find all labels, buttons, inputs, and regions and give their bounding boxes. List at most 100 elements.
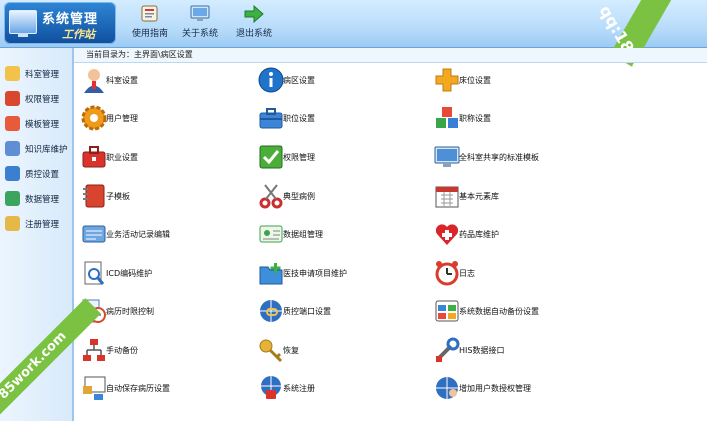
settings-item-label: 质控端口设置	[283, 307, 331, 316]
settings-item[interactable]: 科室设置	[74, 63, 244, 97]
book-icon	[5, 141, 20, 156]
sidebar-item-label: 模板管理	[25, 120, 60, 130]
settings-item-label: 职称设置	[459, 114, 491, 123]
checkbox-icon	[257, 143, 285, 171]
sidebar-item-3[interactable]: 模板管理	[3, 113, 71, 135]
settings-item-label: 职位设置	[283, 114, 315, 123]
key-icon	[257, 336, 285, 364]
breadcrumb: 当前目录为：主界面\病区设置	[86, 50, 193, 59]
app-subtitle: 工作站	[62, 28, 95, 41]
settings-item-label: 数据组管理	[283, 230, 323, 239]
key-icon	[5, 216, 20, 231]
settings-item-label: 职业设置	[106, 153, 138, 162]
settings-item[interactable]: 自动保存病历设置	[74, 371, 244, 405]
settings-item-label: HIS数据接口	[459, 346, 505, 355]
settings-item[interactable]: HIS数据接口	[427, 333, 637, 367]
settings-item-label: 自动保存病历设置	[106, 384, 170, 393]
settings-item-label: 子模板	[106, 192, 130, 201]
sidebar-item-4[interactable]: 知识库维护	[3, 138, 71, 160]
toolbox-icon	[80, 143, 108, 171]
settings-item[interactable]: 医技申请项目维护	[251, 256, 421, 290]
windows-icon	[80, 374, 108, 402]
check-icon	[5, 166, 20, 181]
settings-grid: 科室设置 病区设置 床位设置用户管理 职位设置 职称设置职业设置 权限管理 全科室共享的标准…	[74, 63, 707, 421]
sidebar-item-2[interactable]: 权限管理	[3, 88, 71, 110]
settings-item[interactable]: 系统数据自动备份设置	[427, 294, 637, 328]
database-icon	[5, 191, 20, 206]
gear-icon	[80, 104, 108, 132]
settings-item[interactable]: ICD编码维护	[74, 256, 244, 290]
sidebar-item-7[interactable]: 注册管理	[3, 213, 71, 235]
settings-item[interactable]: 职业设置	[74, 140, 244, 174]
settings-item-label: 增加用户数授权管理	[459, 384, 531, 393]
sidebar-item-6[interactable]: 数据管理	[3, 188, 71, 210]
toolbar-exit-label: 退出系统	[235, 29, 272, 39]
sidebar-item-label: 质控设置	[25, 170, 60, 180]
sidebar-item-label: 科室管理	[25, 70, 60, 80]
monitor-icon	[190, 5, 210, 21]
settings-item[interactable]: 基本元素库	[427, 179, 637, 213]
plus-icon	[433, 66, 461, 94]
settings-item[interactable]: 系统注册	[251, 371, 421, 405]
scissors-icon	[257, 182, 285, 210]
settings-item-label: 床位设置	[459, 76, 491, 85]
folder-icon	[5, 66, 20, 81]
wrench-icon	[433, 336, 461, 364]
settings-item[interactable]: 手动备份	[74, 333, 244, 367]
tools-icon	[5, 91, 20, 106]
monitor-icon	[433, 143, 461, 171]
settings-item[interactable]: 业务活动记录编辑	[74, 217, 244, 251]
settings-item-label: 医技申请项目维护	[283, 269, 347, 278]
settings-item-label: 全科室共享的标准模板	[459, 153, 539, 162]
globe-lock-icon	[257, 374, 285, 402]
settings-item[interactable]: 日志	[427, 256, 637, 290]
sidebar-item-1[interactable]: 科室管理	[3, 63, 71, 85]
card-icon	[80, 220, 108, 248]
settings-item-label: 恢复	[283, 346, 299, 355]
settings-item-label: 系统数据自动备份设置	[459, 307, 539, 316]
document-search-icon	[80, 259, 108, 287]
settings-item[interactable]: 病历时限控制	[74, 294, 244, 328]
settings-item-label: 系统注册	[283, 384, 315, 393]
dashboard-icon	[433, 297, 461, 325]
template-icon	[5, 116, 20, 131]
settings-item[interactable]: 典型病例	[251, 179, 421, 213]
app-logo: 系统管理 工作站	[4, 2, 116, 44]
settings-item-label: ICD编码维护	[106, 269, 153, 278]
settings-item[interactable]: 恢复	[251, 333, 421, 367]
heart-plus-icon	[433, 220, 461, 248]
settings-item[interactable]: 职称设置	[427, 101, 637, 135]
settings-item[interactable]: 子模板	[74, 179, 244, 213]
settings-item[interactable]: 职位设置	[251, 101, 421, 135]
settings-item[interactable]: 病区设置	[251, 63, 421, 97]
settings-item[interactable]: 药品库维护	[427, 217, 637, 251]
sidebar-item-label: 权限管理	[25, 95, 60, 105]
toolbar-exit-button[interactable]: 退出系统	[224, 4, 284, 39]
breadcrumb-bar: 当前目录为：主界面\病区设置	[74, 48, 707, 63]
settings-item-label: 业务活动记录编辑	[106, 230, 170, 239]
settings-item[interactable]: 权限管理	[251, 140, 421, 174]
exit-arrow-icon	[244, 4, 264, 24]
settings-item[interactable]: 床位设置	[427, 63, 637, 97]
settings-item[interactable]: 质控端口设置	[251, 294, 421, 328]
computer-icon	[9, 10, 37, 37]
sidebar-item-label: 数据管理	[25, 195, 60, 205]
toolbar-about-button[interactable]: 关于系统	[170, 4, 230, 39]
sidebar-item-5[interactable]: 质控设置	[3, 163, 71, 185]
app-title: 系统管理	[42, 12, 99, 27]
settings-item[interactable]: 数据组管理	[251, 217, 421, 251]
alarm-clock-icon	[433, 259, 461, 287]
settings-item[interactable]: 全科室共享的标准模板	[427, 140, 637, 174]
settings-item[interactable]: 增加用户数授权管理	[427, 371, 637, 405]
settings-item-label: 基本元素库	[459, 192, 499, 201]
settings-item-label: 手动备份	[106, 346, 138, 355]
settings-item[interactable]: 用户管理	[74, 101, 244, 135]
settings-item-label: 科室设置	[106, 76, 138, 85]
network-icon	[80, 336, 108, 364]
settings-item-label: 典型病例	[283, 192, 315, 201]
settings-item-label: 日志	[459, 269, 475, 278]
info-icon	[257, 66, 285, 94]
folder-plus-icon	[257, 259, 285, 287]
briefcase-icon	[257, 104, 285, 132]
settings-item-label: 病区设置	[283, 76, 315, 85]
